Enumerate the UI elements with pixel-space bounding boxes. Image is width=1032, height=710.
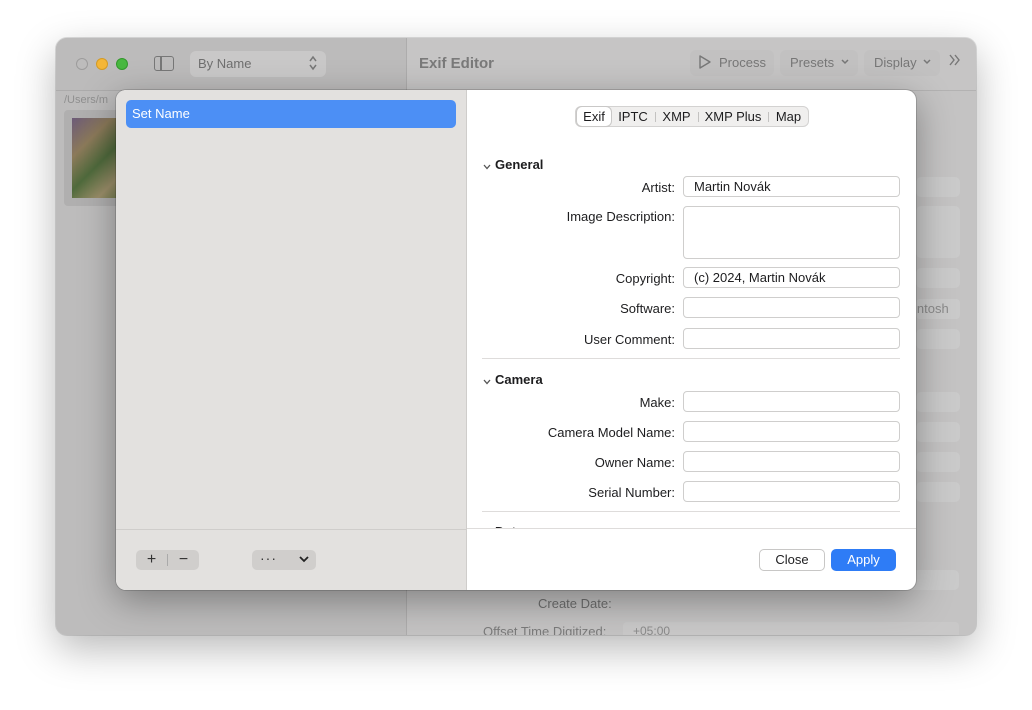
chevron-down-icon xyxy=(922,56,932,71)
bg-field xyxy=(916,452,960,472)
bg-field xyxy=(916,268,960,288)
tab-iptc[interactable]: IPTC xyxy=(613,107,653,126)
divider xyxy=(482,358,900,359)
tab-xmp[interactable]: XMP xyxy=(656,107,697,126)
set-name-label: Set Name xyxy=(132,106,190,121)
make-field[interactable] xyxy=(683,391,900,412)
presets-label: Presets xyxy=(790,55,835,70)
window-title: Exif Editor xyxy=(419,55,495,72)
bg-field xyxy=(916,482,960,502)
tab-xmp-plus[interactable]: XMP Plus xyxy=(699,107,767,126)
sort-popup[interactable]: By Name xyxy=(190,51,326,77)
section-title-camera: Camera xyxy=(495,372,543,387)
add-remove-control: + − xyxy=(136,550,199,570)
divider xyxy=(482,511,900,512)
offset-time-label: Offset Time Digitized: xyxy=(483,624,607,635)
chevron-down-icon xyxy=(297,552,311,566)
tab-map[interactable]: Map xyxy=(769,107,808,126)
bg-field xyxy=(916,329,960,349)
disclosure-chevron-icon[interactable] xyxy=(482,160,492,170)
apply-button[interactable]: Apply xyxy=(831,549,896,571)
photo-thumbnail[interactable] xyxy=(64,110,124,206)
display-menu[interactable]: Display xyxy=(864,50,940,76)
sidebar-toggle-icon[interactable] xyxy=(154,56,174,71)
serial-number-label: Serial Number: xyxy=(588,485,675,500)
camera-model-label: Camera Model Name: xyxy=(547,425,675,440)
divider xyxy=(116,529,466,530)
bg-field-macintosh: intosh xyxy=(916,299,960,319)
tab-exif[interactable]: Exif xyxy=(577,107,611,126)
user-comment-label: User Comment: xyxy=(583,332,675,347)
copyright-field[interactable]: (c) 2024, Martin Novák xyxy=(683,267,900,288)
ellipsis-icon: ··· xyxy=(260,550,277,566)
bg-field xyxy=(916,392,960,412)
bg-field xyxy=(916,206,960,258)
camera-model-field[interactable] xyxy=(683,421,900,442)
divider xyxy=(467,528,916,529)
presets-menu[interactable]: Presets xyxy=(780,50,858,76)
up-down-chevron-icon xyxy=(308,54,318,73)
window-zoom-button[interactable] xyxy=(116,58,128,70)
owner-name-label: Owner Name: xyxy=(594,455,675,470)
window-close-button[interactable] xyxy=(76,58,88,70)
process-label: Process xyxy=(719,55,766,70)
set-list-item[interactable]: Set Name xyxy=(126,100,456,128)
user-comment-field[interactable] xyxy=(683,328,900,349)
copyright-value: (c) 2024, Martin Novák xyxy=(694,270,826,285)
remove-set-button[interactable]: − xyxy=(168,550,199,570)
set-editor-sheet: Set Name + − ··· Exif IPTC XMP XMP Plus … xyxy=(116,90,916,590)
window-minimize-button[interactable] xyxy=(96,58,108,70)
offset-time-field: +05:00 xyxy=(623,622,959,635)
display-label: Display xyxy=(874,55,917,70)
artist-label: Artist: xyxy=(641,180,675,195)
action-menu[interactable]: ··· xyxy=(252,550,316,570)
make-label: Make: xyxy=(639,395,675,410)
add-set-button[interactable]: + xyxy=(136,550,167,570)
software-field[interactable] xyxy=(683,297,900,318)
close-button[interactable]: Close xyxy=(759,549,825,571)
copyright-label: Copyright: xyxy=(615,271,675,286)
play-icon xyxy=(698,54,712,73)
bg-field-macintosh-text: intosh xyxy=(916,301,949,316)
disclosure-chevron-icon[interactable] xyxy=(482,375,492,385)
folder-path: /Users/m xyxy=(64,94,108,106)
bg-field xyxy=(916,422,960,442)
metadata-tabs: Exif IPTC XMP XMP Plus Map xyxy=(575,106,809,127)
artist-value: Martin Novák xyxy=(694,179,771,194)
owner-name-field[interactable] xyxy=(683,451,900,472)
offset-time-value: +05:00 xyxy=(633,624,671,635)
image-description-label: Image Description: xyxy=(566,209,675,224)
section-title-general: General xyxy=(495,157,544,172)
sort-label: By Name xyxy=(198,56,252,71)
image-description-field[interactable] xyxy=(683,206,900,259)
serial-number-field[interactable] xyxy=(683,481,900,502)
sets-list: Set Name + − ··· xyxy=(116,90,467,590)
artist-field[interactable]: Martin Novák xyxy=(683,176,900,197)
toolbar-overflow-icon[interactable] xyxy=(948,53,962,72)
software-label: Software: xyxy=(620,301,675,316)
chevron-down-icon xyxy=(840,56,850,71)
bg-field xyxy=(916,177,960,197)
process-button[interactable]: Process xyxy=(690,50,774,76)
create-date-label: Create Date: xyxy=(538,596,612,611)
